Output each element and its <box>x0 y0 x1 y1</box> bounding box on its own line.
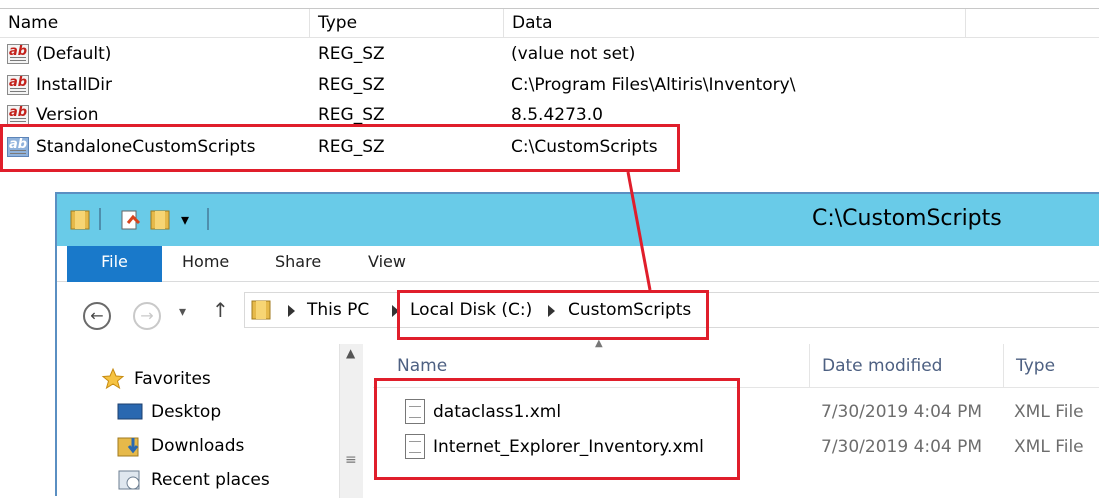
scroll-grip-icon[interactable]: ≡ <box>345 452 357 468</box>
desktop-icon <box>117 403 143 420</box>
folder-icon[interactable] <box>69 209 93 231</box>
nav-desktop[interactable]: Desktop <box>151 400 221 424</box>
tab-view[interactable]: View <box>368 246 406 278</box>
tab-home[interactable]: Home <box>182 246 229 278</box>
value-type: REG_SZ <box>318 44 385 64</box>
file-date: 7/30/2019 4:04 PM <box>821 402 983 422</box>
highlight-file-list <box>374 378 740 480</box>
value-data: (value not set) <box>511 44 636 64</box>
recent-places-icon <box>118 470 140 490</box>
up-arrow-icon[interactable]: ↑ <box>212 298 229 322</box>
title-bar: ▾ C:\CustomScripts <box>57 194 1099 246</box>
scroll-up-icon[interactable]: ▲ <box>346 346 355 360</box>
value-name: (Default) <box>36 44 112 64</box>
tab-file[interactable]: File <box>67 246 162 282</box>
ribbon: File Home Share View <box>57 246 1099 282</box>
column-data[interactable]: Data <box>504 9 966 38</box>
registry-header: Name Type Data <box>0 8 1099 38</box>
nav-pane-scrollbar[interactable]: ▲ ≡ <box>339 344 363 498</box>
reg-string-icon: ab <box>7 75 29 95</box>
value-name: InstallDir <box>36 75 112 95</box>
downloads-icon <box>117 437 139 457</box>
breadcrumb-arrow-icon[interactable] <box>288 305 295 317</box>
value-data: C:\Program Files\Altiris\Inventory\ <box>511 75 796 95</box>
column-name[interactable]: Name <box>0 9 310 38</box>
star-icon <box>101 367 125 390</box>
breadcrumb-this-pc[interactable]: This PC <box>307 293 369 327</box>
file-date: 7/30/2019 4:04 PM <box>821 437 983 457</box>
highlight-registry-row <box>0 124 680 172</box>
new-folder-icon[interactable] <box>149 209 173 231</box>
window-title: C:\CustomScripts <box>812 206 1002 231</box>
registry-row-installdir[interactable]: ab InstallDir REG_SZ C:\Program Files\Al… <box>0 70 1099 100</box>
folder-icon <box>251 300 271 320</box>
reg-string-icon: ab <box>7 105 29 125</box>
nav-favorites[interactable]: Favorites <box>134 367 211 391</box>
value-type: REG_SZ <box>318 75 385 95</box>
separator <box>99 208 101 230</box>
properties-icon[interactable] <box>119 209 143 231</box>
column-date-modified[interactable]: Date modified <box>810 344 1004 388</box>
recent-locations-chevron-icon[interactable]: ▾ <box>179 304 186 320</box>
column-type[interactable]: Type <box>1004 344 1099 388</box>
back-arrow-icon[interactable]: ← <box>83 302 111 330</box>
file-type: XML File <box>1014 402 1084 422</box>
nav-recent-places[interactable]: Recent places <box>151 468 270 492</box>
highlight-breadcrumb <box>397 290 709 340</box>
separator <box>207 208 209 230</box>
nav-downloads[interactable]: Downloads <box>151 434 244 458</box>
column-type[interactable]: Type <box>310 9 504 38</box>
reg-string-icon: ab <box>7 44 29 64</box>
registry-row-default[interactable]: ab (Default) REG_SZ (value not set) <box>0 39 1099 69</box>
forward-arrow-icon[interactable]: → <box>133 302 161 330</box>
customize-toolbar-icon[interactable]: ▾ <box>181 210 189 229</box>
tab-share[interactable]: Share <box>275 246 321 278</box>
file-type: XML File <box>1014 437 1084 457</box>
